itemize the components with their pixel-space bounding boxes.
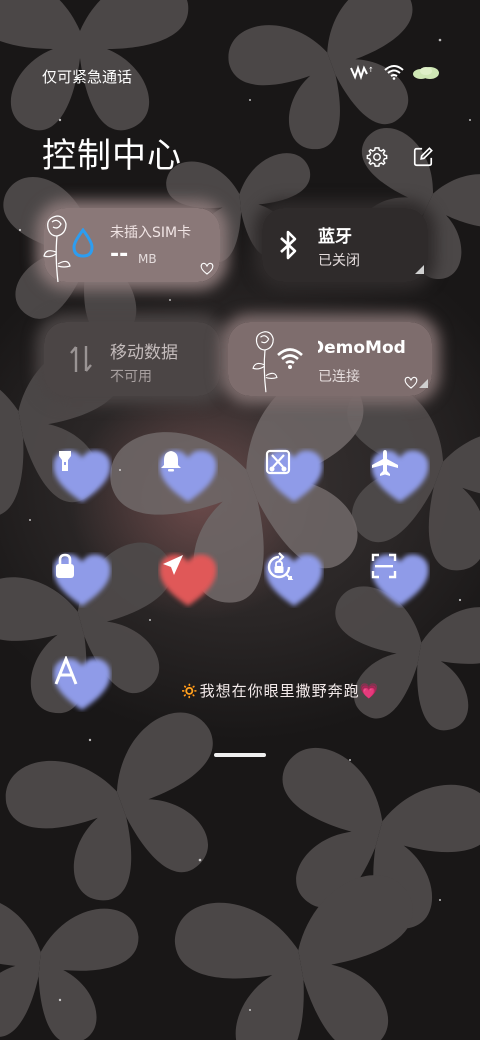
airplane-icon <box>370 448 430 500</box>
wifi-icon <box>276 346 304 374</box>
gear-icon <box>366 146 388 172</box>
flashlight-icon <box>52 448 112 500</box>
rotation-lock-icon <box>264 552 324 604</box>
toggle-scanner[interactable] <box>370 552 430 608</box>
settings-button[interactable] <box>364 146 390 172</box>
toggle-screenshot[interactable] <box>264 448 324 504</box>
sim-status-label: 未插入SIM卡 <box>110 225 192 241</box>
heart-scribble-icon <box>402 375 420 394</box>
data-arrows-icon <box>68 344 94 378</box>
slogan-text: 🔅我想在你眼里撒野奔跑💗 <box>180 682 380 700</box>
mobile-data-tile[interactable]: 移动数据 不可用 <box>44 322 220 396</box>
mobile-data-label: 移动数据 <box>110 343 178 363</box>
heart-scribble-icon <box>198 261 216 280</box>
data-usage-value: -- <box>110 242 129 267</box>
toggle-font[interactable] <box>52 656 112 712</box>
location-arrow-icon <box>158 552 218 604</box>
lock-icon <box>52 552 112 604</box>
svg-text:↑: ↑ <box>368 66 374 74</box>
battery-icon <box>412 65 440 84</box>
wifi-icon <box>384 64 404 84</box>
bell-icon <box>158 448 218 500</box>
water-drop-icon <box>70 227 96 262</box>
edit-icon <box>412 146 434 172</box>
status-carrier-text: 仅可紧急通话 <box>42 68 133 86</box>
expand-corner-icon <box>419 373 428 392</box>
screenshot-scissors-icon <box>264 448 324 500</box>
toggle-ring[interactable] <box>158 448 218 504</box>
status-icons: ↑ <box>350 64 440 84</box>
bluetooth-status: 已关闭 <box>318 253 360 269</box>
wifi-network-name: DemoMod <box>318 338 406 358</box>
home-indicator[interactable] <box>214 753 266 757</box>
toggle-auto-rotate[interactable] <box>264 552 324 608</box>
sim-tile[interactable]: 未插入SIM卡 -- MB <box>43 208 220 283</box>
toggle-lock-screen[interactable] <box>52 552 112 608</box>
wifi-status: 已连接 <box>318 369 360 385</box>
scan-icon <box>370 552 430 604</box>
data-usage-unit: MB <box>138 252 157 266</box>
expand-corner-icon <box>415 259 424 278</box>
signal-activity-icon: ↑ <box>350 64 376 84</box>
bluetooth-icon <box>278 230 300 264</box>
rose-icon <box>40 212 74 288</box>
bluetooth-tile[interactable]: 蓝牙 已关闭 <box>262 208 428 282</box>
letter-a-icon <box>52 656 112 708</box>
toggle-location[interactable] <box>158 552 218 608</box>
edit-button[interactable] <box>410 146 436 172</box>
bluetooth-label: 蓝牙 <box>318 227 352 247</box>
toggle-flashlight[interactable] <box>52 448 112 504</box>
page-title: 控制中心 <box>42 136 182 176</box>
mobile-data-status: 不可用 <box>110 369 152 385</box>
wifi-tile[interactable]: DemoMod 已连接 <box>228 322 432 396</box>
toggle-airplane[interactable] <box>370 448 430 504</box>
